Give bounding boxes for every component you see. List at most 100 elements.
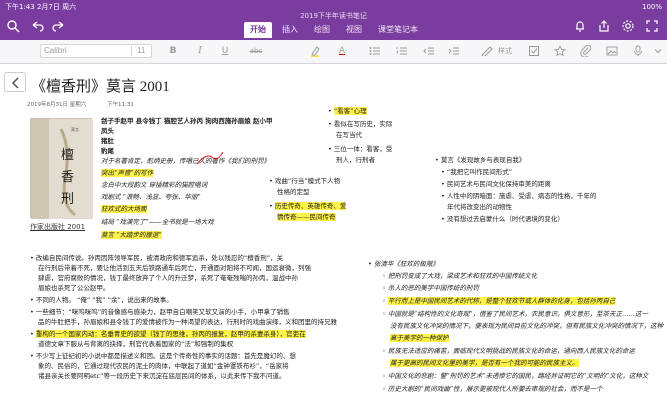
structure-pig-belly: 猪肚 (101, 137, 114, 145)
microphone-icon[interactable] (632, 45, 644, 57)
top-mid-note-2: • 看似在写历史，实际 (328, 120, 393, 128)
top-mid-note-3b: 刑人，行刑者 (336, 156, 375, 164)
outdent-icon[interactable] (423, 46, 435, 56)
style-label[interactable]: 样式 (497, 44, 513, 58)
font-size[interactable]: 11 (137, 45, 145, 57)
underline-button[interactable]: U (218, 44, 232, 58)
status-bar: 下午1:43 2月7日 周六 100% (0, 2, 667, 12)
right-note-1: • 莫言《发现故乡与表现自我》 (435, 156, 526, 164)
book-cover-image: 檀 香 刑 莫言 (30, 118, 93, 219)
font-color-button[interactable]: A (336, 44, 348, 58)
battery-indicator: 100% (641, 3, 662, 11)
critique-line-6: 没有民族文化冲突的情况下，便表现为民间目前文化的冲突，但有民族文化冲突的情况下，… (390, 322, 663, 330)
font-name: Calibri (44, 46, 67, 55)
critique-line-8: ◦ 民族无法适应的痛苦，面临现代文明挑战的民族文化的命运，通向西人民族文化的命运 (382, 347, 635, 355)
tab-view[interactable]: 视图 (340, 22, 368, 38)
highlighter-icon[interactable] (309, 45, 321, 57)
page-time: 下午11:31 (107, 102, 134, 108)
handwriting-note-6: 结局 “戏演完了”——全书就是一场大戏 (101, 218, 214, 226)
top-mid-note-2b: 在写当代 (336, 131, 362, 139)
summary-line-12: 诸县亲关长要阿明etc”等一段历史下来沉淀在底层民间的体系，以此来传下我不问道。 (38, 372, 286, 380)
chevron-down-icon[interactable] (653, 46, 663, 56)
handwriting-note-1: 对于名著肯定，彪炳史册，传唱已久的著作《我们的刑罚》 (101, 157, 270, 165)
top-mid-note-3: • 三位一体：看客，受 (328, 145, 393, 153)
chevron-left-icon (11, 77, 19, 89)
fullscreen-icon[interactable] (645, 19, 659, 33)
summary-line-1: • 改编自民间传说。孙丙因阵领导军民，被清政府和德军追杀，处以残忍的“檀香刑”，… (30, 254, 284, 262)
svg-text:檀: 檀 (61, 147, 74, 163)
tab-home[interactable]: 开始 (244, 22, 272, 38)
critique-line-11: ◦ 历史大剧的“民间戏曲”性，展示更被现代人所要去审视的社会，而不是一个 (382, 385, 603, 393)
critique-line-5: ◦ 中国就是“结构性的文化奇观”，借鉴了民间艺术，农民意识，俱文意形，至茶天正…… (382, 310, 649, 318)
structure-phoenix-head: 凤头 (101, 127, 114, 135)
book-cover-art: 檀 香 刑 莫言 (31, 119, 93, 219)
status-time: 下午1:43 2月7日 周六 (5, 3, 77, 11)
summary-line-10: • 不少写上征纪初的小说中都是描述义和团。这是个传奇性的事实的话题：首先是魔幻的… (30, 352, 296, 360)
handwriting-note-3: 念白中大段韵文 穿插精彩的猫腔唱词 (101, 181, 208, 189)
summary-line-3: 肆虐，官府腐败的情况，钱丁最终放弃了个人的升迁梦，杀死了奄奄残喘的孙丙，温战中孙 (38, 274, 298, 282)
summary-line-8: • 重构的一个国家内动：名垂青史的欲望（钱丁的思维，孙丙的报复，赵甲的杀妻杀身）… (30, 330, 306, 338)
star-icon[interactable] (554, 45, 566, 57)
right-note-3: • 民间艺术与民间文化保持审美的距离 (441, 180, 551, 188)
bell-icon[interactable] (573, 19, 587, 33)
bullet-list-icon[interactable] (369, 46, 381, 56)
page-title: 《檀香刑》莫言 2001 (31, 79, 170, 95)
ribbon-tabs: 开始 插入 绘图 视图 课堂笔记本 (244, 22, 428, 38)
indent-icon[interactable] (448, 46, 460, 56)
right-note-5: • 没有想过去启蒙什么（时代语境的变化） (441, 215, 564, 223)
mid-note-2b: 情传奇——民间传奇 (277, 213, 336, 221)
red-ink-mark (196, 151, 224, 165)
critique-line-7: 高于美学的一种保护 (390, 334, 449, 342)
divider (131, 46, 132, 56)
right-note-4b: 年代将改变出的动物性 (447, 203, 512, 211)
cover-caption: 作家出版社 2001 (30, 223, 86, 231)
italic-button[interactable]: I (193, 44, 207, 58)
summary-line-5: • 不同的人物。 “俺” “我” “余”，说出来的故事。 (30, 296, 173, 304)
right-note-2: • “我把它叫作民间形式” (441, 168, 513, 176)
summary-line-6: • 一些细节：“咪呜咪呜”的音像感与感染力，赵甲自白嘲笑又软又演的小手，小甲拿了… (30, 308, 290, 316)
bold-button[interactable]: B (166, 44, 180, 58)
structure-leopard-tail: 豹尾 (101, 147, 114, 155)
picture-icon[interactable] (606, 45, 618, 57)
numbered-list-icon[interactable] (396, 46, 408, 56)
summary-line-4: 眉娘也杀死了公公赵甲。 (38, 284, 110, 292)
characters-line: 刽子手赵甲 县令钱丁 猫腔艺人孙丙 狗肉西施孙眉娘 赵小甲 (101, 117, 273, 125)
critique-line-2: ◦ 把刑罚变成了大戏，梁成艺术和狂欢的中国传统文化 (382, 272, 538, 280)
settings-icon[interactable] (621, 19, 635, 33)
back-button[interactable] (4, 72, 26, 92)
handwriting-note-7: 莫言 “大踏步的撤退” (101, 231, 162, 239)
summary-line-11: 象的、民俗的，它通过现代农民的泥土的肉体，中联起了道如“金钟罩铁布衫”，“岳家将 (38, 362, 289, 370)
redo-icon[interactable] (52, 19, 66, 33)
attach-file-icon[interactable] (580, 45, 592, 57)
handwriting-note-4: 戏剧式 “浪畅、浅显、夸张、华丽” (101, 193, 201, 201)
undo-icon[interactable] (30, 19, 44, 33)
document-title: 2019下半年读书笔记 (300, 12, 367, 20)
right-note-4: • 人性中的阴暗面：施虐、受虐、病态的性格，千年的 (441, 192, 597, 200)
search-icon[interactable] (6, 19, 20, 33)
critique-line-3: ◦ 杀人的恶的美学中国传统的刑罚 (382, 284, 479, 292)
summary-line-2: 在行刑后带着不死，要让他活到五天后铁路通车后死亡，开通面对阳将不可闻，国运衰微，… (38, 264, 311, 272)
mid-note-1b: 性格的定型 (277, 188, 310, 196)
critique-line-10: ◦ 中国文化的悲剧：警“刑罚的艺术”未透惨它的国民，路经并证明它的“文明的”文化… (382, 372, 649, 380)
mid-note-2: • 历史传奇、英雄传奇、爱 (269, 202, 347, 210)
handwriting-note-2: 突出“声音”的写作 (101, 169, 154, 177)
share-icon[interactable] (597, 19, 611, 33)
top-mid-note-1: • “看客”心理 (328, 107, 367, 115)
svg-text:刑: 刑 (61, 192, 74, 207)
critique-line-9: 属于更高的民间文化里的美学，是否有一个我的可能的民族主义。 (390, 359, 579, 367)
critique-line-4: ◦ 平行而上是中国民间艺术的代称，是整个狂欢节或人群体的化身，包括孙丙自己 (382, 297, 616, 305)
checkbox-tag-icon[interactable] (528, 45, 540, 57)
font-selector[interactable]: Calibri 11 (40, 44, 152, 58)
handwriting-note-5: 狂欢式的大场面 (101, 205, 147, 213)
style-icon[interactable] (481, 46, 493, 56)
tab-draw[interactable]: 绘图 (308, 22, 336, 38)
strikethrough-button[interactable]: abc (247, 44, 265, 58)
summary-line-7: 品的牛肚把手，孙眉娘和县令钱丁的爱情被作为一种渴望的表达，行刑时的戏曲演绎，义和… (38, 318, 337, 326)
svg-text:莫言: 莫言 (71, 126, 79, 132)
tab-insert[interactable]: 插入 (276, 22, 304, 38)
svg-text:香: 香 (61, 170, 74, 185)
critique-line-1: • 张清华《狂欢的极限》 (368, 260, 439, 268)
tab-class-notebook[interactable]: 课堂笔记本 (372, 22, 424, 38)
summary-line-9: 道德文章下服从与背离的抉择，刑官代表着国家的“法”和强制的集权 (38, 340, 234, 348)
page-date: 2019年8月31日 星期六 (27, 102, 87, 108)
